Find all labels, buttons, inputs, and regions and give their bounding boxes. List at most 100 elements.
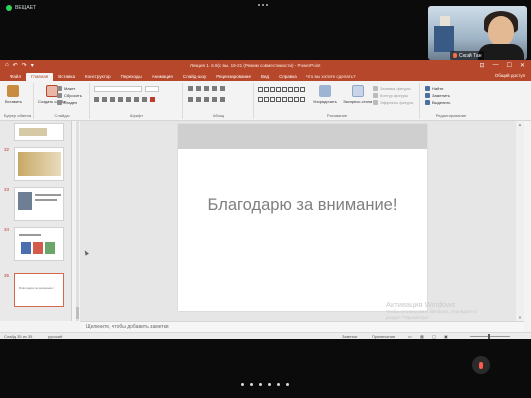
page-dot[interactable] [259,383,262,386]
case-icon[interactable] [142,97,147,102]
section-button[interactable]: Раздел [57,100,77,105]
tab-insert[interactable]: Вставка [53,73,80,81]
tab-slideshow[interactable]: Слайд-шоу [178,73,211,81]
tab-view[interactable]: Вид [256,73,274,81]
zoom-slider[interactable] [470,336,510,337]
view-reading-icon[interactable]: ▢ [432,334,436,339]
paragraph-group-label: Абзац [212,113,225,118]
tab-review[interactable]: Рецензирование [211,73,256,81]
justify-icon[interactable] [212,97,217,102]
quick-styles-button[interactable]: Экспресс-стили [343,85,372,104]
spacing-icon[interactable] [134,97,139,102]
undo-icon[interactable]: ↶ [13,62,18,69]
microphone-button[interactable] [472,356,490,374]
slide-thumbnail[interactable] [14,187,64,221]
thumbnails-scrollbar[interactable] [76,121,79,321]
align-center-icon[interactable] [196,97,201,102]
page-dot[interactable] [277,383,280,386]
redo-icon[interactable]: ↷ [22,62,27,69]
tell-me-search[interactable]: Что вы хотите сделать? [302,73,360,81]
slide-thumb-row-selected[interactable]: 35 Благодарю за внимание! [0,271,72,309]
select-button[interactable]: Выделить [425,100,450,105]
slide-thumb-row[interactable]: 34 [0,225,72,263]
tab-home[interactable]: Главная [26,73,54,81]
maximize-icon[interactable]: ☐ [507,62,512,69]
scroll-up-icon[interactable]: ▲ [517,122,523,127]
scrollbar-thumb[interactable] [76,307,79,319]
slide-thumbnail[interactable] [14,147,64,181]
slide-thumbnail[interactable] [14,123,64,141]
page-indicator[interactable] [241,383,289,386]
comments-toggle[interactable]: Примечания [372,334,395,339]
close-icon[interactable]: ✕ [520,62,525,69]
page-dot[interactable] [241,383,244,386]
more-options-icon[interactable] [258,4,268,6]
slide-thumb-row[interactable] [0,121,72,143]
bullets-icon[interactable] [188,86,193,91]
slide-title[interactable]: Благодарю за внимание! [178,196,427,215]
align-buttons [188,97,225,102]
editor-scrollbar[interactable]: ▲ ▼ [516,121,524,321]
notes-pane[interactable]: Щелкните, чтобы добавить заметки [80,321,524,332]
columns-icon[interactable] [220,97,225,102]
align-right-icon[interactable] [204,97,209,102]
arrange-button[interactable]: Упорядочить [313,85,337,104]
view-normal-icon[interactable]: ▭ [408,334,412,339]
title-bar: ⌂ ↶ ↷ ▾ Лекция 1. 6.9(с вы. 19-21 (Режим… [0,60,531,71]
bold-icon[interactable] [94,97,99,102]
slide-thumbnail[interactable] [14,227,64,261]
zoom-slider-knob[interactable] [488,334,490,339]
font-color-icon[interactable] [150,97,155,102]
replace-icon [425,93,430,98]
tab-file[interactable]: Файл [5,73,26,81]
section-label: Раздел [64,100,78,105]
view-sorter-icon[interactable]: ▦ [420,334,424,339]
font-group-label: Шрифт [129,113,144,118]
notes-toggle[interactable]: Заметки [342,334,357,339]
tab-transitions[interactable]: Переходы [116,73,147,81]
tab-design[interactable]: Конструктор [80,73,116,81]
slide-thumbnail-selected[interactable]: Благодарю за внимание! [14,273,64,307]
strikethrough-icon[interactable] [126,97,131,102]
layout-button[interactable]: Макет [57,86,75,91]
customize-qat-icon[interactable]: ▾ [31,62,34,69]
tab-help[interactable]: Справка [274,73,302,81]
scroll-down-icon[interactable]: ▼ [517,315,523,320]
shape-effects-label: Эффекты фигуры [380,100,414,105]
slide-header-band [178,124,427,149]
font-name-field[interactable] [94,86,142,92]
reset-button[interactable]: Сбросить [57,93,82,98]
drawing-group-label: Рисование [326,113,348,118]
paste-button[interactable]: Вставить [5,85,22,104]
thumb-image [18,192,32,210]
underline-icon[interactable] [110,97,115,102]
line-spacing-icon[interactable] [220,86,225,91]
current-slide[interactable]: Благодарю за внимание! [178,124,427,311]
replace-button[interactable]: Заменить [425,93,450,98]
slide-thumb-row[interactable]: 32 [0,145,72,183]
view-slideshow-icon[interactable]: ▣ [444,334,448,339]
find-button[interactable]: Найти [425,86,443,91]
language-indicator[interactable]: русский [48,334,62,339]
page-dot[interactable] [250,383,253,386]
page-dot[interactable] [268,383,271,386]
save-icon[interactable]: ⌂ [5,62,9,69]
shadow-icon[interactable] [118,97,123,102]
align-left-icon[interactable] [188,97,193,102]
shape-outline-button[interactable]: Контур фигуры [373,93,408,98]
slide-thumb-row[interactable]: 33 [0,185,72,223]
italic-icon[interactable] [102,97,107,102]
ribbon-display-icon[interactable]: ⊡ [480,62,485,69]
shape-fill-button[interactable]: Заливка фигуры [373,86,411,91]
font-size-field[interactable] [145,86,159,92]
tab-animations[interactable]: Анимация [147,73,178,81]
page-dot[interactable] [286,383,289,386]
minimize-icon[interactable]: — [493,62,499,69]
shape-effects-button[interactable]: Эффекты фигуры [373,100,413,105]
numbering-icon[interactable] [196,86,201,91]
share-button[interactable]: Общий доступ [495,73,525,78]
increase-indent-icon[interactable] [212,86,217,91]
decrease-indent-icon[interactable] [204,86,209,91]
shapes-gallery[interactable] [258,87,308,105]
quick-styles-label: Экспресс-стили [343,99,373,104]
